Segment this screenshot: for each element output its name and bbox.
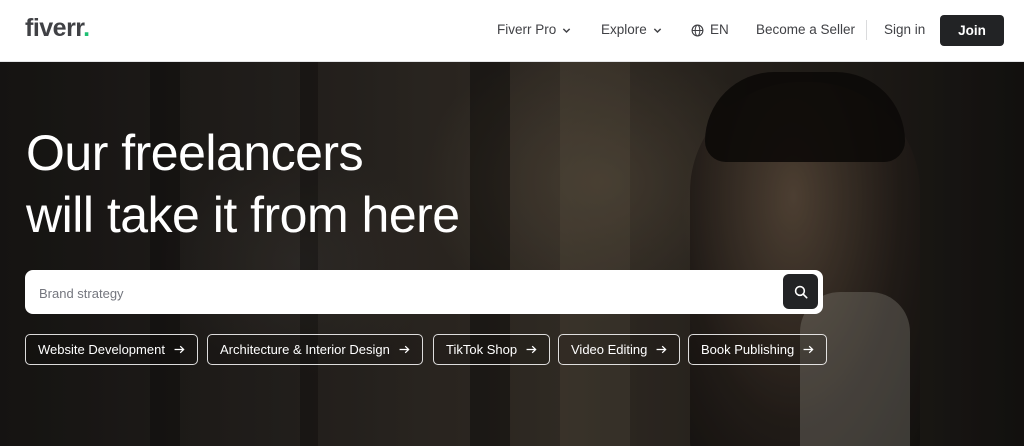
nav-language-label: EN (710, 22, 729, 37)
chip-architecture-interior-design[interactable]: Architecture & Interior Design (207, 334, 423, 365)
arrow-right-icon (526, 345, 537, 354)
chip-label: Architecture & Interior Design (220, 342, 390, 357)
arrow-right-icon (174, 345, 185, 354)
chevron-down-icon (653, 27, 661, 33)
hero-headline-line2: will take it from here (26, 187, 460, 243)
chevron-down-icon (563, 27, 571, 33)
nav-fiverr-pro-label: Fiverr Pro (497, 22, 557, 37)
logo-dot: . (83, 14, 90, 42)
chip-label: TikTok Shop (446, 342, 518, 357)
chip-label: Book Publishing (701, 342, 795, 357)
nav-explore-label: Explore (601, 22, 647, 37)
nav-fiverr-pro[interactable]: Fiverr Pro (497, 20, 571, 40)
nav-language[interactable]: EN (691, 20, 729, 40)
search-icon (794, 285, 808, 299)
chip-website-development[interactable]: Website Development (25, 334, 198, 365)
logo-text: fiverr (25, 14, 84, 42)
arrow-right-icon (803, 345, 814, 354)
nav-sign-in-label: Sign in (884, 22, 926, 37)
search-bar (25, 270, 823, 316)
search-input[interactable] (37, 270, 781, 316)
join-button[interactable]: Join (940, 15, 1004, 46)
chip-book-publishing[interactable]: Book Publishing (688, 334, 828, 365)
nav-become-seller[interactable]: Become a Seller (756, 20, 855, 40)
search-button[interactable] (783, 274, 818, 309)
fiverr-logo[interactable]: fiverr. (25, 14, 90, 42)
arrow-right-icon (656, 345, 667, 354)
chip-label: Video Editing (571, 342, 648, 357)
nav-sign-in[interactable]: Sign in (884, 20, 925, 40)
globe-icon (691, 24, 704, 36)
chip-video-editing[interactable]: Video Editing (558, 334, 681, 365)
arrow-right-icon (399, 345, 410, 354)
hero-headline-line1: Our freelancers (26, 125, 364, 181)
join-button-label: Join (958, 23, 986, 38)
nav-divider (866, 20, 867, 40)
hero-overlay (0, 62, 1024, 446)
hero-section (0, 62, 1024, 446)
hero-headline: Our freelancers will take it from here (26, 122, 460, 246)
top-navbar: fiverr. Fiverr Pro Explore EN Become a S… (0, 0, 1024, 62)
chip-label: Website Development (38, 342, 165, 357)
nav-become-seller-label: Become a Seller (756, 22, 856, 37)
chip-tiktok-shop[interactable]: TikTok Shop (433, 334, 551, 365)
nav-explore[interactable]: Explore (601, 20, 662, 40)
